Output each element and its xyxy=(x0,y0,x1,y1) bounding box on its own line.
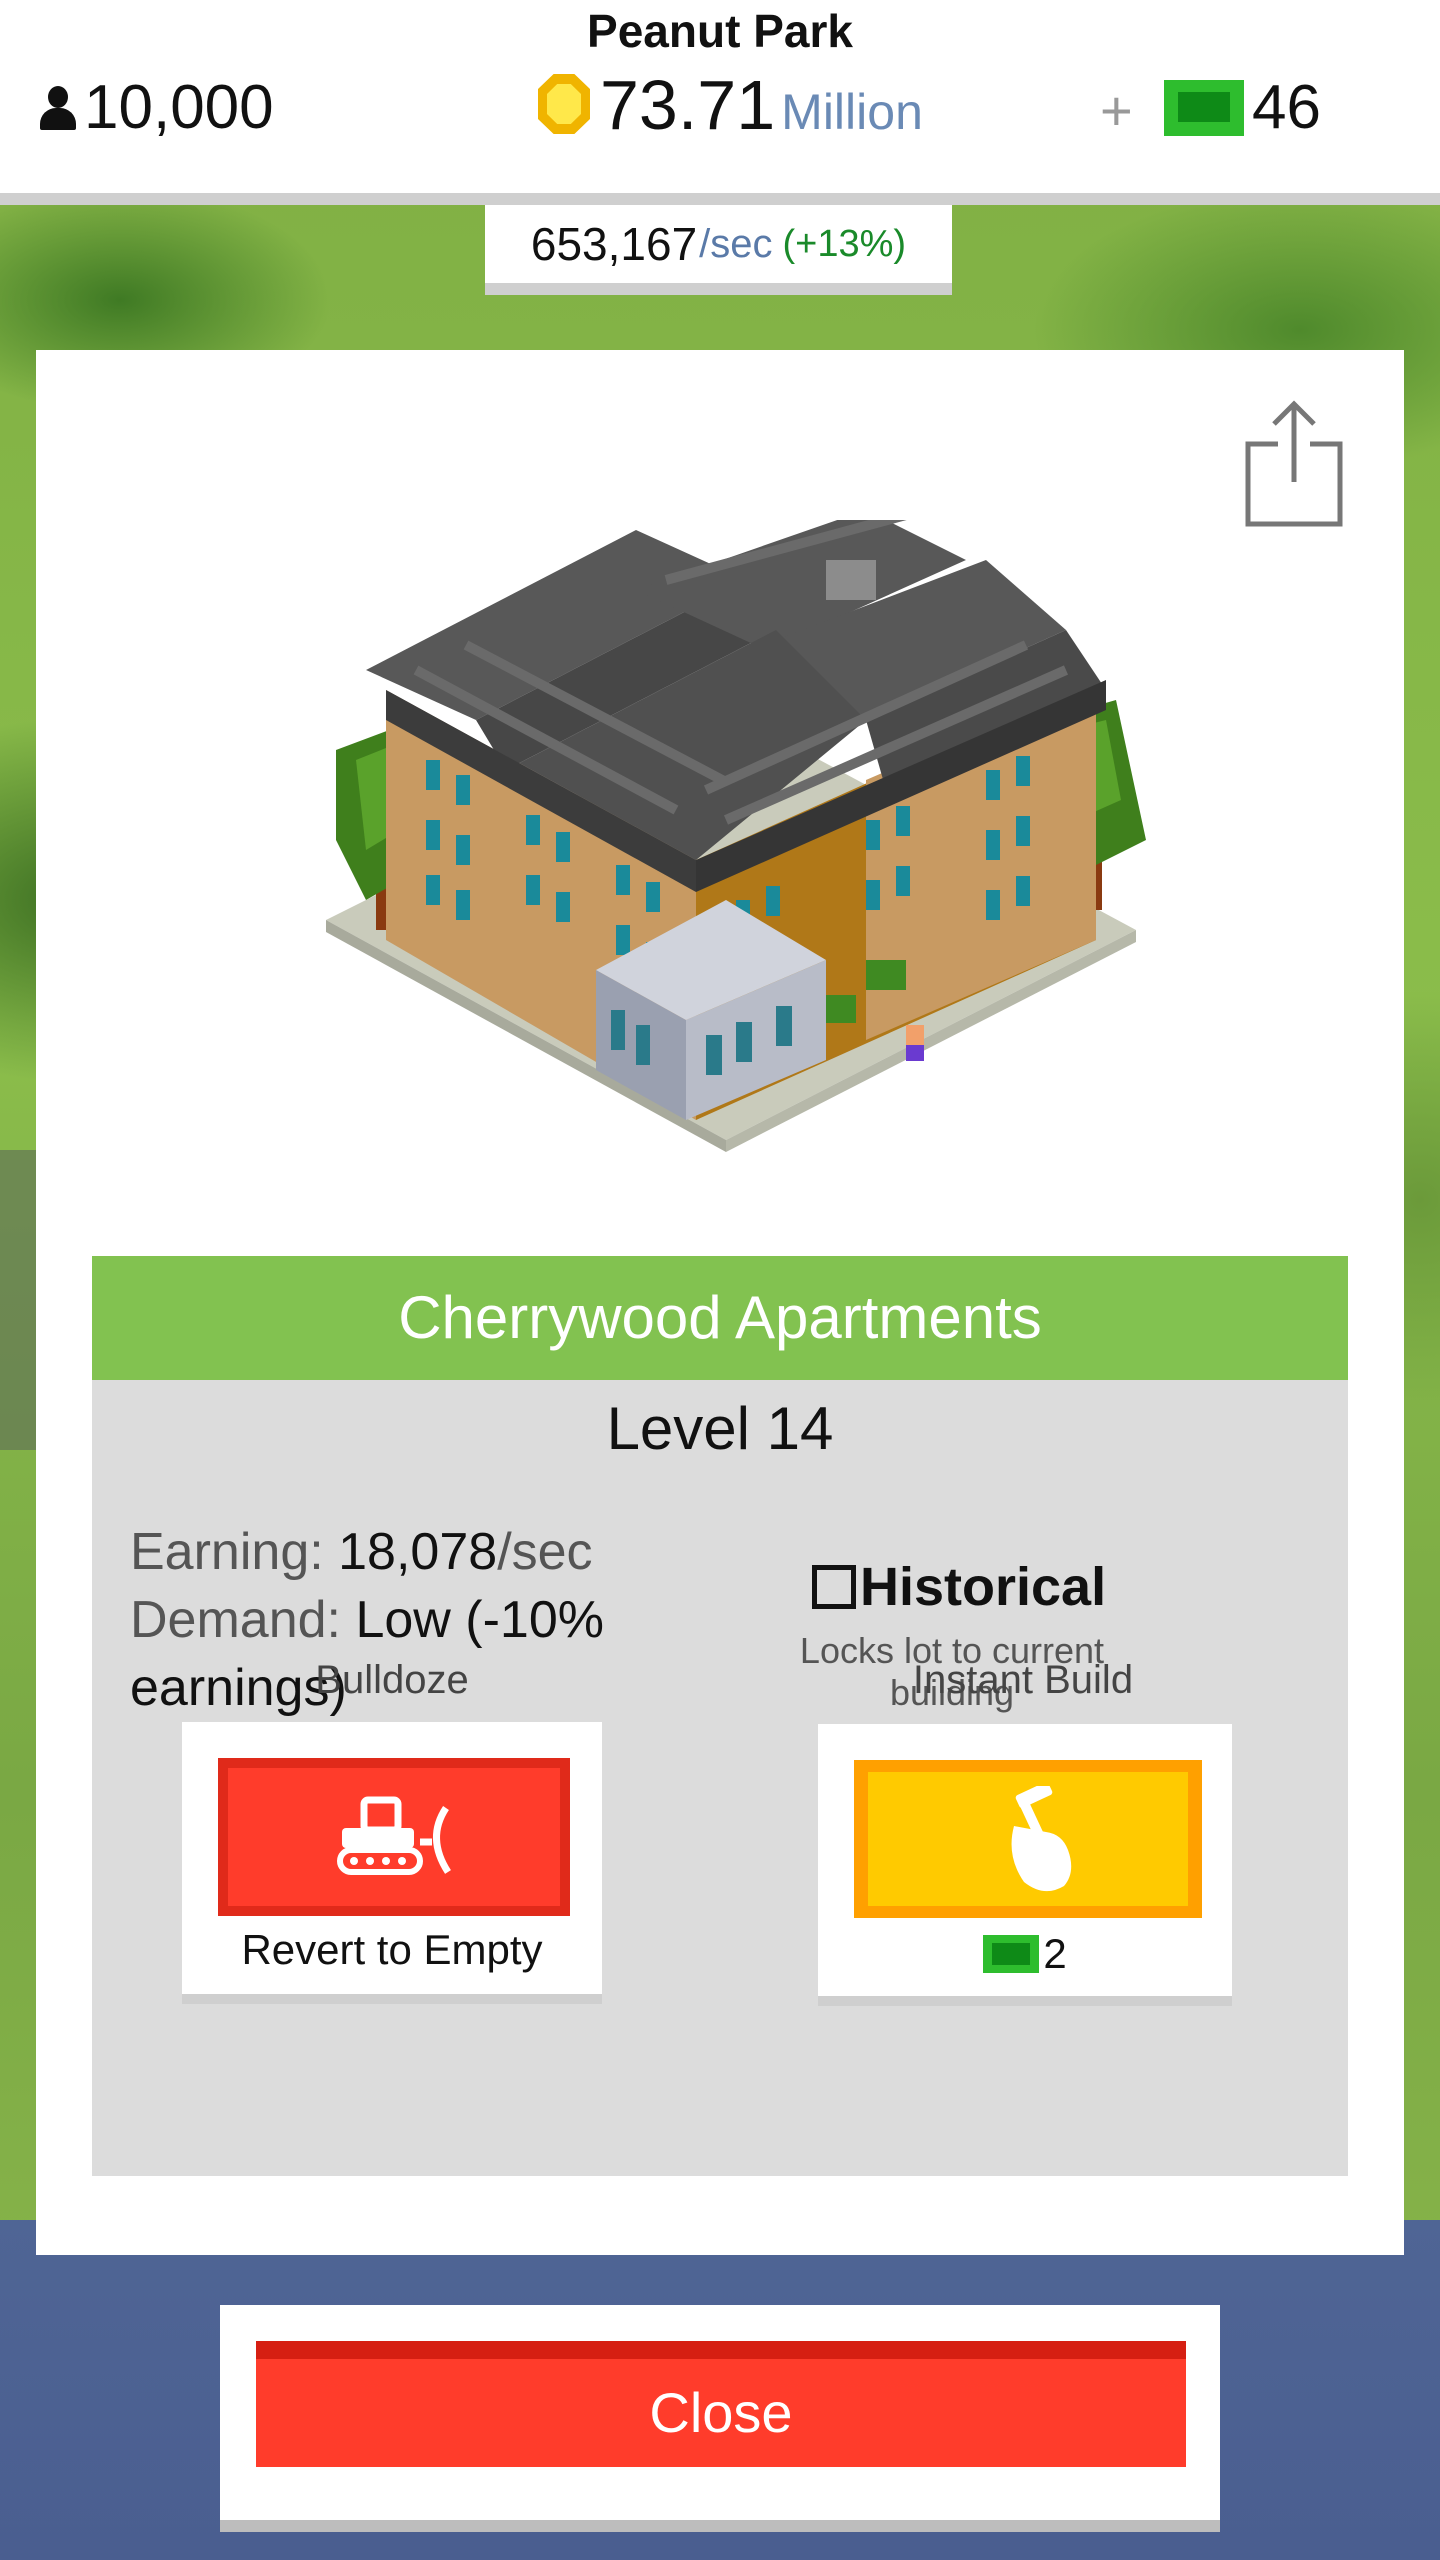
building-info-dialog: Cherrywood Apartments Level 14 Earning: … xyxy=(36,350,1404,2255)
coin-icon xyxy=(538,74,592,136)
bulldoze-label: Bulldoze xyxy=(315,1658,469,1702)
rate-unit: /sec xyxy=(699,221,773,266)
building-name: Cherrywood Apartments xyxy=(92,1256,1348,1380)
population-display: 10,000 xyxy=(38,72,274,143)
historical-label: Historical xyxy=(860,1557,1107,1617)
rate-value: 653,167 xyxy=(530,218,698,270)
map-shadow xyxy=(0,1150,40,1450)
income-rate-tab: 653,167 /sec (+13%) xyxy=(485,205,952,295)
historical-checkbox[interactable] xyxy=(812,1565,856,1609)
bill-icon xyxy=(983,1935,1040,1973)
population-value: 10,000 xyxy=(84,73,274,142)
instant-build-cost: 2 xyxy=(818,1930,1232,1978)
building-illustration xyxy=(326,520,1146,1152)
earning-value: 18,078 xyxy=(338,1523,498,1581)
close-button[interactable]: Close xyxy=(256,2341,1186,2467)
building-level: Level 14 xyxy=(606,1395,834,1462)
top-hud: Peanut Park 10,000 73.71 Million + 46 xyxy=(0,0,1440,205)
money-value: 73.71 xyxy=(600,66,776,144)
bulldoze-caption: Revert to Empty xyxy=(241,1926,543,1973)
bulldoze-panel: Revert to Empty xyxy=(182,1722,602,1994)
building-details-card: Cherrywood Apartments Level 14 Earning: … xyxy=(92,1256,1348,2176)
instant-build-button[interactable] xyxy=(854,1760,1202,1918)
earning-unit: /sec xyxy=(497,1523,593,1581)
buy-gems-plus-button[interactable]: + xyxy=(1100,78,1133,143)
close-panel: Close xyxy=(220,2305,1220,2520)
earning-label: Earning: xyxy=(130,1523,324,1581)
instant-build-cost-value: 2 xyxy=(1043,1930,1067,1977)
share-icon[interactable] xyxy=(1244,398,1344,528)
earning-row: Earning: 18,078/sec xyxy=(130,1518,650,1586)
instant-build-label: Instant Build xyxy=(912,1658,1134,1702)
gems-value: 46 xyxy=(1252,73,1321,142)
money-unit: Million xyxy=(781,84,923,140)
bill-icon xyxy=(1164,79,1244,136)
person-icon xyxy=(38,84,78,132)
money-display: 73.71 Million xyxy=(538,70,923,140)
bulldoze-button[interactable] xyxy=(218,1758,570,1916)
demand-label: Demand: xyxy=(130,1591,341,1649)
rate-bonus: (+13%) xyxy=(782,222,907,265)
park-name: Peanut Park xyxy=(587,5,853,57)
instant-build-panel: 2 xyxy=(818,1724,1232,1996)
bulldozer-icon xyxy=(337,1796,451,1875)
hammer-hand-icon xyxy=(1011,1786,1072,1892)
historical-toggle[interactable]: Historical xyxy=(812,1556,1106,1618)
gems-display[interactable]: 46 xyxy=(1164,72,1321,143)
